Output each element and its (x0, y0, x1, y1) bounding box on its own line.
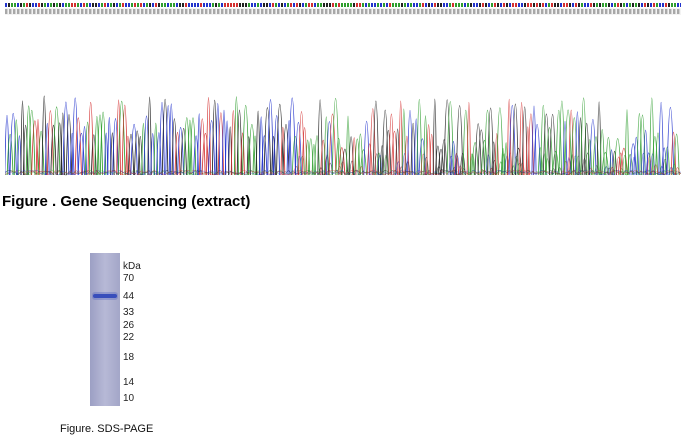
mw-unit-label: kDa (123, 261, 141, 272)
sds-page-figure-caption: Figure. SDS-PAGE (60, 423, 154, 435)
gel-lane-background (90, 253, 120, 406)
sds-page-gel (90, 253, 120, 406)
base-call-header (5, 3, 681, 15)
gel-lane (90, 253, 120, 406)
mw-marker-44: 44 (123, 291, 135, 302)
mw-marker-14: 14 (123, 377, 135, 388)
mw-marker-70: 70 (123, 273, 135, 284)
mw-marker-22: 22 (123, 332, 135, 343)
sequencing-chromatogram (5, 3, 681, 176)
mw-marker-33: 33 (123, 307, 135, 318)
mw-marker-10: 10 (123, 393, 135, 404)
sequencing-figure-caption: Figure . Gene Sequencing (extract) (2, 193, 251, 210)
mw-marker-18: 18 (123, 352, 135, 363)
mw-marker-26: 26 (123, 320, 135, 331)
trace-peaks (5, 95, 680, 176)
protein-band-halo (92, 292, 118, 300)
